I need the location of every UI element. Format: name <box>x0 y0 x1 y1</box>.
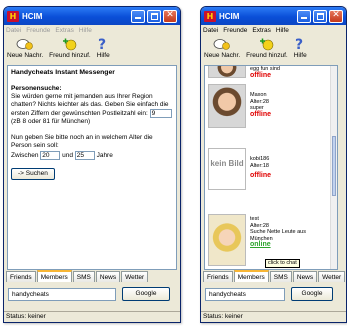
app-logo-icon: H <box>204 10 216 22</box>
list-item[interactable]: Maxon Alter:28 super offline <box>250 92 271 118</box>
members-list: egg fun sind offline Maxon Alter:28 supe… <box>204 65 338 270</box>
tab-sms[interactable]: SMS <box>72 271 95 282</box>
add-friend-button[interactable]: Freund hinzuf. <box>46 37 94 59</box>
app-logo-icon: H <box>7 10 19 22</box>
menubar: Datei Freunde Extras Hilfe <box>4 25 180 36</box>
left-window: H HCIM ✕ Datei Freunde Extras Hilfe Neue… <box>3 6 181 323</box>
toolbar: Neue Nachr. Freund hinzuf. ? Hilfe <box>4 36 180 64</box>
tab-friends[interactable]: Friends <box>203 271 233 282</box>
add-friend-button[interactable]: Freund hinzuf. <box>243 37 291 59</box>
scrollbar[interactable] <box>330 66 337 269</box>
intro-text: Sie würden gerne mit jemanden aus Ihrer … <box>11 93 169 118</box>
window-title: HCIM <box>219 11 240 21</box>
menu-extras[interactable]: Extras <box>55 27 73 34</box>
question-mark-icon: ? <box>294 37 306 51</box>
add-friend-icon <box>61 37 79 51</box>
minimize-button[interactable] <box>131 9 145 23</box>
search-button[interactable]: -> Suchen <box>11 168 55 181</box>
zip-hint: (zB 8 oder 81 für München) <box>11 118 91 126</box>
status-online-link[interactable]: online <box>250 241 322 249</box>
menu-datei[interactable]: Datei <box>6 27 21 34</box>
no-picture-placeholder: kein Bild <box>208 148 246 190</box>
bottom-row: handycheats Google <box>8 287 170 301</box>
bottom-row: handycheats Google <box>205 287 333 301</box>
left-titlebar[interactable]: H HCIM ✕ <box>4 7 180 25</box>
tab-members[interactable]: Members <box>36 270 72 282</box>
status-offline: offline <box>250 110 271 118</box>
panel-heading: Handycheats Instant Messenger <box>11 69 115 76</box>
right-titlebar[interactable]: H HCIM ✕ <box>201 7 346 25</box>
add-friend-icon <box>258 37 276 51</box>
tab-friends[interactable]: Friends <box>6 271 36 282</box>
years-label: Jahre <box>96 152 113 160</box>
tab-wetter[interactable]: Wetter <box>318 271 346 282</box>
user-photo <box>208 66 246 78</box>
window-title: HCIM <box>22 11 43 21</box>
tab-sms[interactable]: SMS <box>269 271 292 282</box>
menu-extras[interactable]: Extras <box>252 27 270 34</box>
google-button[interactable]: Google <box>122 287 170 301</box>
list-item[interactable]: kobi186 Alter:18 offline <box>250 156 271 180</box>
age-max-input[interactable]: 25 <box>74 151 95 161</box>
zip-input[interactable]: 9 <box>149 109 172 118</box>
tab-news[interactable]: News <box>95 271 121 282</box>
search-panel: Handycheats Instant Messenger Personensu… <box>7 65 177 270</box>
tab-wetter[interactable]: Wetter <box>121 271 149 282</box>
new-message-button[interactable]: Neue Nachr. <box>201 37 243 59</box>
user-photo <box>208 84 246 128</box>
menu-hilfe[interactable]: Hilfe <box>79 27 92 34</box>
user-photo <box>208 214 246 266</box>
close-button[interactable]: ✕ <box>329 9 343 23</box>
search-text-input[interactable]: handycheats <box>8 287 116 301</box>
status-offline: offline <box>250 71 271 79</box>
help-button[interactable]: ? Hilfe <box>291 37 310 59</box>
tab-bar: Friends Members SMS News Wetter <box>203 270 346 282</box>
google-button[interactable]: Google <box>291 287 333 301</box>
list-item[interactable]: egg fun sind offline <box>250 66 280 79</box>
question-mark-icon: ? <box>97 37 109 51</box>
list-item[interactable]: test Alter:28 Suche Nette Leute aus Münc… <box>250 216 322 249</box>
svg-text:?: ? <box>98 37 106 51</box>
click-to-chat-tooltip: click to chat <box>265 259 300 268</box>
section-title: Personensuche: <box>11 85 62 92</box>
menu-freunde[interactable]: Freunde <box>223 27 247 34</box>
and-label: und <box>62 152 73 160</box>
speech-bubble-icon <box>16 37 34 51</box>
speech-bubble-icon <box>213 37 231 51</box>
new-message-button[interactable]: Neue Nachr. <box>4 37 46 59</box>
close-button[interactable]: ✕ <box>163 9 177 23</box>
tab-bar: Friends Members SMS News Wetter <box>6 270 149 282</box>
age-min-input[interactable]: 20 <box>40 151 61 161</box>
menubar: Datei Freunde Extras Hilfe <box>201 25 346 36</box>
toolbar: Neue Nachr. Freund hinzuf. ? Hilfe <box>201 36 346 64</box>
search-text-input[interactable]: handycheats <box>205 287 285 301</box>
right-window: H HCIM ✕ Datei Freunde Extras Hilfe Neue… <box>200 6 347 323</box>
scrollbar-thumb[interactable] <box>332 136 336 196</box>
maximize-button[interactable] <box>313 9 327 23</box>
maximize-button[interactable] <box>147 9 161 23</box>
tab-members[interactable]: Members <box>233 270 269 282</box>
menu-datei[interactable]: Datei <box>203 27 218 34</box>
help-button[interactable]: ? Hilfe <box>94 37 113 59</box>
minimize-button[interactable] <box>297 9 311 23</box>
status-bar: Status: keiner <box>201 311 346 322</box>
between-label: Zwischen <box>11 152 39 160</box>
age-text: Nun geben Sie bitte noch an in welchem A… <box>11 134 153 150</box>
tab-news[interactable]: News <box>292 271 318 282</box>
svg-text:?: ? <box>295 37 303 51</box>
status-bar: Status: keiner <box>4 311 180 322</box>
menu-freunde[interactable]: Freunde <box>26 27 50 34</box>
status-offline: offline <box>250 172 271 179</box>
menu-hilfe[interactable]: Hilfe <box>276 27 289 34</box>
